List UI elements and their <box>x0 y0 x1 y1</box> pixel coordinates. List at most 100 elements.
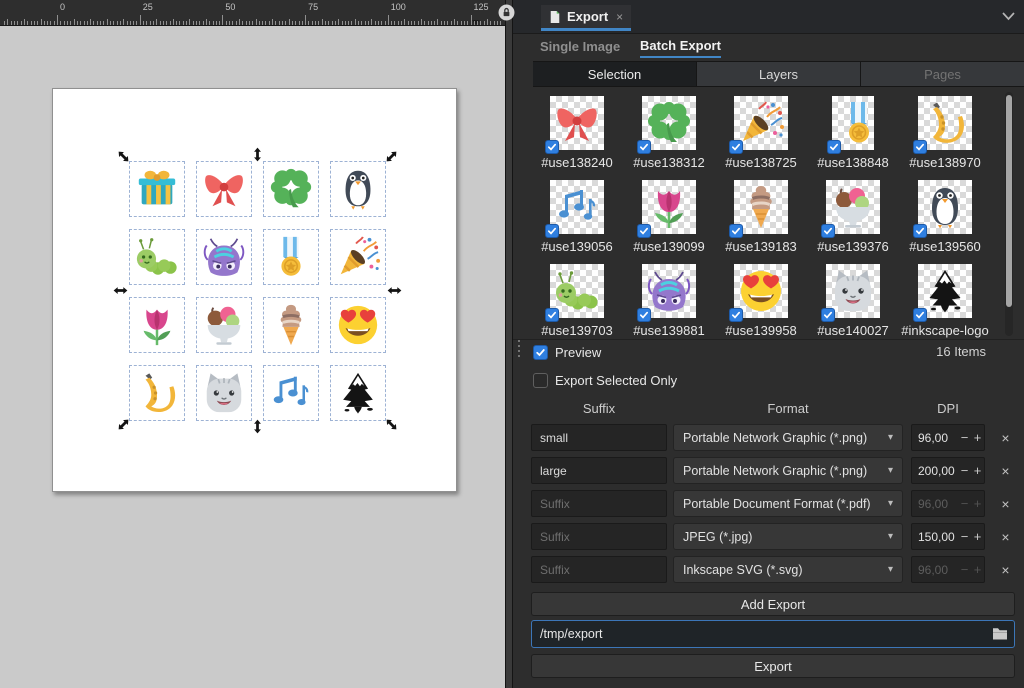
dpi-increase-button[interactable]: + <box>971 496 984 511</box>
suffix-input[interactable] <box>531 556 667 583</box>
batch-export-item[interactable]: #use140027 <box>807 256 899 340</box>
item-checkbox[interactable] <box>545 308 559 322</box>
bug-object[interactable] <box>196 229 252 285</box>
tab-batch-export[interactable]: Batch Export <box>640 34 721 58</box>
remove-row-button[interactable]: × <box>996 461 1015 480</box>
source-tab-layers[interactable]: Layers <box>697 62 861 86</box>
dpi-spinner[interactable]: 200,00 − + <box>911 457 985 484</box>
item-thumbnail[interactable] <box>734 180 788 234</box>
batch-export-item[interactable]: #use139560 <box>899 172 991 256</box>
suffix-input[interactable] <box>531 457 667 484</box>
suffix-input[interactable] <box>531 424 667 451</box>
item-checkbox[interactable] <box>821 224 835 238</box>
notes-object[interactable] <box>263 365 319 421</box>
batch-export-item[interactable]: #use139183 <box>715 172 807 256</box>
penguin-object[interactable] <box>330 161 386 217</box>
item-thumbnail[interactable] <box>550 180 604 234</box>
item-checkbox[interactable] <box>913 308 927 322</box>
item-checkbox[interactable] <box>729 224 743 238</box>
batch-export-item[interactable]: #use138240 <box>531 88 623 172</box>
export-selected-only-toggle[interactable]: Export Selected Only <box>533 371 677 389</box>
batch-export-item[interactable]: #use138848 <box>807 88 899 172</box>
item-checkbox[interactable] <box>637 308 651 322</box>
item-thumbnail[interactable] <box>826 264 880 318</box>
batch-export-item[interactable]: #use139099 <box>623 172 715 256</box>
item-checkbox[interactable] <box>821 308 835 322</box>
guide-lock-icon[interactable] <box>498 4 515 21</box>
scale-handle-n[interactable] <box>250 147 265 162</box>
bow-object[interactable] <box>196 161 252 217</box>
icecream-object[interactable] <box>196 297 252 353</box>
batch-export-item[interactable]: #use138970 <box>899 88 991 172</box>
horizontal-ruler[interactable]: 0255075100125 <box>0 0 505 26</box>
source-tab-pages[interactable]: Pages <box>861 62 1024 86</box>
item-thumbnail[interactable] <box>642 96 696 150</box>
item-thumbnail[interactable] <box>550 96 604 150</box>
format-dropdown[interactable]: JPEG (*.jpg) ▾ <box>673 523 903 550</box>
dpi-spinner[interactable]: 150,00 − + <box>911 523 985 550</box>
tulip-object[interactable] <box>129 297 185 353</box>
dpi-spinner[interactable]: 96,00 − + <box>911 490 985 517</box>
dpi-increase-button[interactable]: + <box>971 430 984 445</box>
format-dropdown[interactable]: Portable Network Graphic (*.png) ▾ <box>673 424 903 451</box>
export-selected-only-checkbox[interactable] <box>533 373 548 388</box>
remove-row-button[interactable]: × <box>996 560 1015 579</box>
item-checkbox[interactable] <box>637 224 651 238</box>
item-thumbnail[interactable] <box>832 96 874 150</box>
clover-object[interactable] <box>263 161 319 217</box>
scale-handle-e[interactable] <box>387 283 402 298</box>
batch-export-item[interactable]: #use139881 <box>623 256 715 340</box>
canvas-area[interactable]: 0255075100125 <box>0 0 505 688</box>
caterpillar-object[interactable] <box>129 229 185 285</box>
batch-export-item[interactable]: #use138312 <box>623 88 715 172</box>
gift-object[interactable] <box>129 161 185 217</box>
selected-objects-grid[interactable] <box>129 161 386 421</box>
format-dropdown[interactable]: Portable Document Format (*.pdf) ▾ <box>673 490 903 517</box>
dpi-increase-button[interactable]: + <box>971 562 984 577</box>
item-checkbox[interactable] <box>545 140 559 154</box>
source-tab-selection[interactable]: Selection <box>533 62 697 86</box>
item-thumbnail[interactable] <box>642 264 696 318</box>
scale-handle-w[interactable] <box>113 283 128 298</box>
item-checkbox[interactable] <box>827 140 841 154</box>
format-dropdown[interactable]: Portable Network Graphic (*.png) ▾ <box>673 457 903 484</box>
item-checkbox[interactable] <box>913 224 927 238</box>
format-dropdown[interactable]: Inkscape SVG (*.svg) ▾ <box>673 556 903 583</box>
batch-export-item[interactable]: #use139376 <box>807 172 899 256</box>
dpi-spinner[interactable]: 96,00 − + <box>911 424 985 451</box>
add-export-button[interactable]: Add Export <box>531 592 1015 616</box>
preview-toggle[interactable]: Preview <box>533 343 601 361</box>
party-object[interactable] <box>330 229 386 285</box>
suffix-input[interactable] <box>531 490 667 517</box>
item-checkbox[interactable] <box>729 308 743 322</box>
dpi-decrease-button[interactable]: − <box>958 463 971 478</box>
list-scrollbar[interactable] <box>1005 92 1013 336</box>
export-button[interactable]: Export <box>531 654 1015 678</box>
batch-export-item[interactable]: #use139958 <box>715 256 807 340</box>
dpi-increase-button[interactable]: + <box>971 463 984 478</box>
item-thumbnail[interactable] <box>734 96 788 150</box>
heart_eyes-object[interactable] <box>330 297 386 353</box>
folder-browse-icon[interactable] <box>992 626 1008 641</box>
item-thumbnail[interactable] <box>550 264 604 318</box>
export-path-input[interactable] <box>531 620 1015 648</box>
batch-export-item[interactable]: #use139703 <box>531 256 623 340</box>
inkscape-object[interactable] <box>330 365 386 421</box>
item-thumbnail[interactable] <box>826 180 880 234</box>
batch-export-item[interactable]: #use138725 <box>715 88 807 172</box>
medal-object[interactable] <box>263 229 319 285</box>
item-checkbox[interactable] <box>545 224 559 238</box>
suffix-input[interactable] <box>531 523 667 550</box>
scrollbar-thumb[interactable] <box>1006 95 1012 307</box>
item-thumbnail[interactable] <box>918 96 972 150</box>
remove-row-button[interactable]: × <box>996 527 1015 546</box>
dpi-decrease-button[interactable]: − <box>958 496 971 511</box>
dpi-decrease-button[interactable]: − <box>958 430 971 445</box>
export-dialog-tab[interactable]: Export × <box>541 5 631 31</box>
dpi-decrease-button[interactable]: − <box>958 562 971 577</box>
item-thumbnail[interactable] <box>918 264 972 318</box>
softice-object[interactable] <box>263 297 319 353</box>
item-checkbox[interactable] <box>637 140 651 154</box>
dpi-increase-button[interactable]: + <box>971 529 984 544</box>
item-checkbox[interactable] <box>913 140 927 154</box>
